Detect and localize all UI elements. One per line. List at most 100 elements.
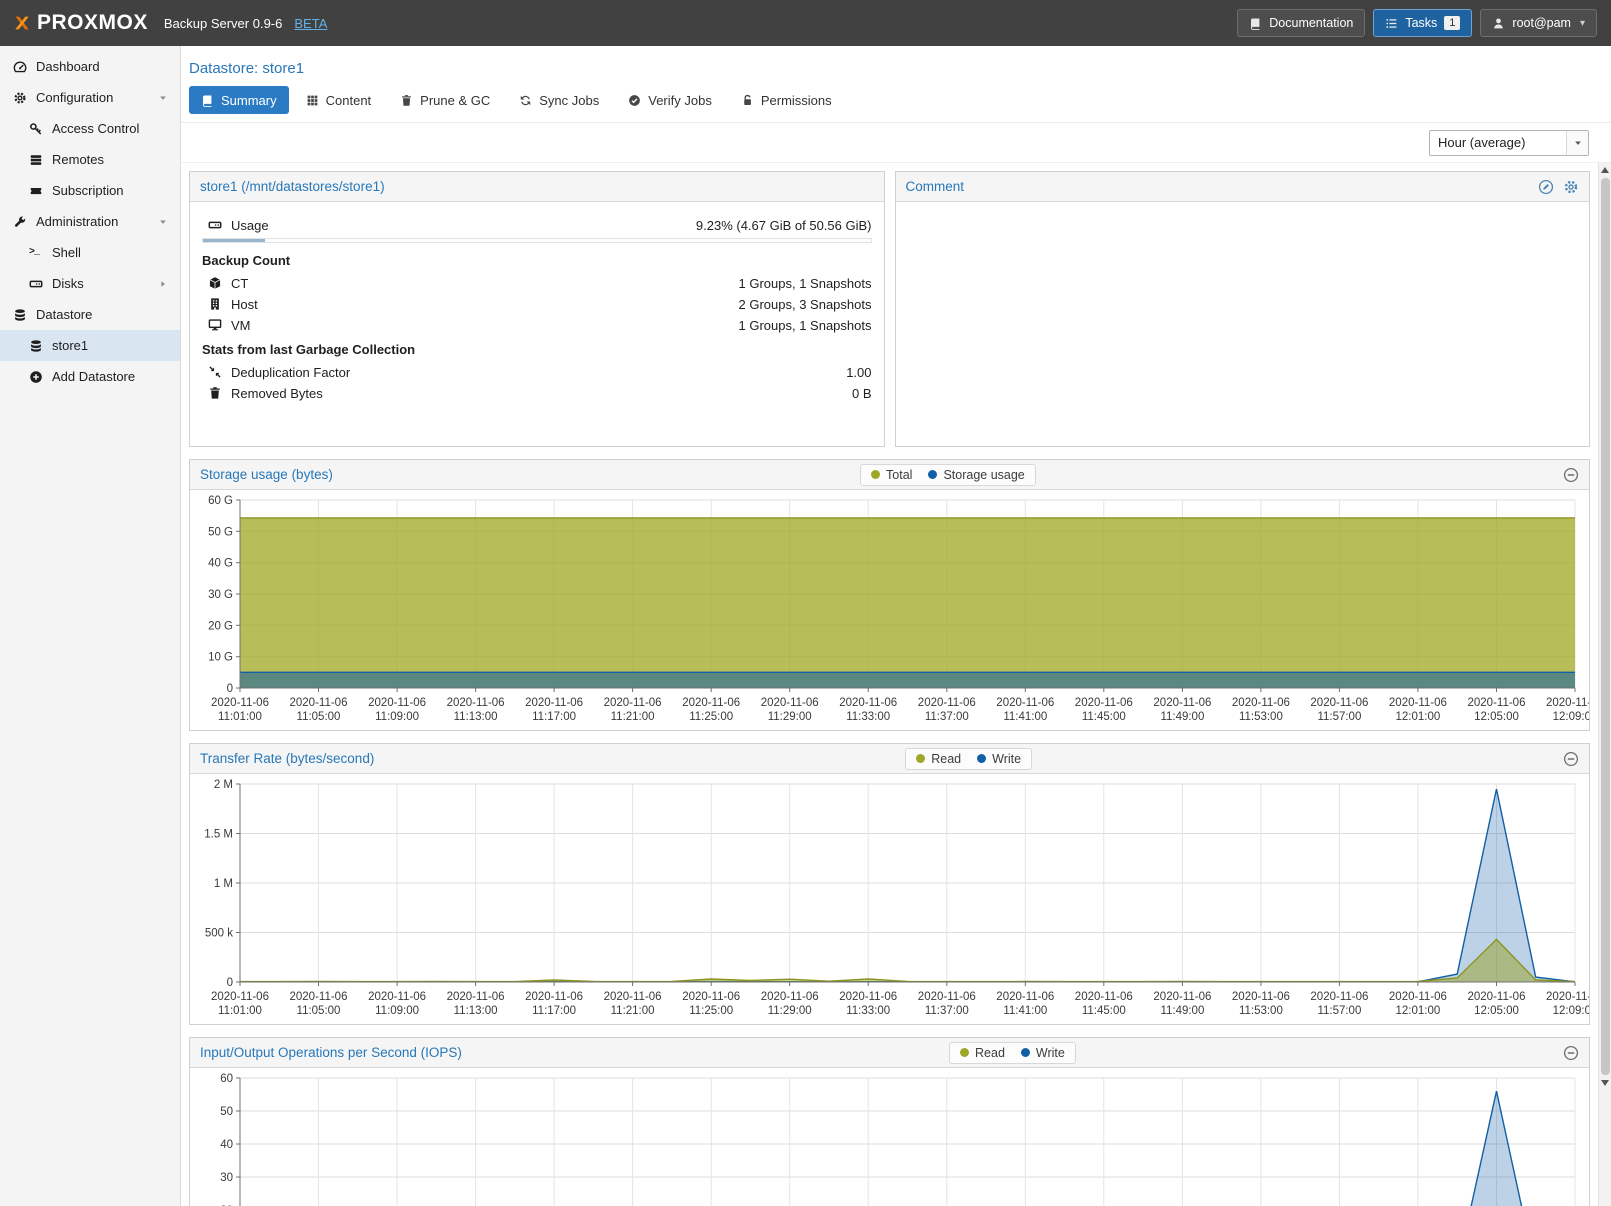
tab-content[interactable]: Content — [294, 86, 384, 114]
legend-dot — [1021, 1048, 1030, 1057]
tab-prune-gc[interactable]: Prune & GC — [388, 86, 502, 114]
legend-read[interactable]: Read — [916, 752, 961, 766]
svg-text:2020-11-06: 2020-11-06 — [1468, 697, 1526, 709]
legend-read[interactable]: Read — [960, 1046, 1005, 1060]
key-icon — [29, 122, 43, 136]
svg-text:11:13:00: 11:13:00 — [454, 1005, 498, 1017]
svg-text:11:25:00: 11:25:00 — [689, 711, 733, 723]
tab-permissions[interactable]: Permissions — [729, 86, 844, 114]
sidebar-item-disks[interactable]: Disks — [0, 268, 180, 299]
svg-text:12:01:00: 12:01:00 — [1396, 1005, 1441, 1017]
comment-content[interactable] — [896, 202, 1590, 214]
svg-text:11:29:00: 11:29:00 — [768, 711, 812, 723]
trash-icon — [400, 94, 413, 107]
sidebar: Dashboard Configuration Access Control R — [0, 46, 181, 1206]
user-icon — [1492, 17, 1505, 30]
sidebar-item-remotes[interactable]: Remotes — [0, 144, 180, 175]
sidebar-item-store1[interactable]: store1 — [0, 330, 180, 361]
sidebar-item-administration[interactable]: Administration — [0, 206, 180, 237]
sidebar-item-label: Dashboard — [36, 59, 100, 74]
sidebar-item-access-control[interactable]: Access Control — [0, 113, 180, 144]
svg-text:11:33:00: 11:33:00 — [846, 1005, 890, 1017]
legend-write[interactable]: Write — [977, 752, 1021, 766]
svg-text:2020-11-06: 2020-11-06 — [368, 991, 426, 1003]
svg-text:12:05:00: 12:05:00 — [1474, 711, 1519, 723]
sidebar-item-subscription[interactable]: Subscription — [0, 175, 180, 206]
user-menu-button[interactable]: root@pam ▾ — [1480, 9, 1597, 37]
legend-dot — [871, 470, 880, 479]
panel-header: Comment — [896, 172, 1590, 202]
compress-icon — [208, 365, 222, 379]
sidebar-item-label: Datastore — [36, 307, 92, 322]
svg-text:11:53:00: 11:53:00 — [1239, 711, 1283, 723]
legend-label: Read — [931, 752, 961, 766]
row-value: 1 Groups, 1 Snapshots — [739, 318, 872, 333]
svg-text:2020-11-06: 2020-11-06 — [1389, 991, 1447, 1003]
tab-sync-jobs[interactable]: Sync Jobs — [507, 86, 611, 114]
svg-text:10 G: 10 G — [208, 652, 233, 664]
scroll-down-button[interactable] — [1599, 1076, 1611, 1090]
chevron-down-icon[interactable] — [1566, 131, 1588, 155]
sidebar-item-add-datastore[interactable]: Add Datastore — [0, 361, 180, 392]
product-version: Backup Server 0.9-6 — [164, 16, 283, 31]
triangle-down-icon — [1601, 1080, 1609, 1086]
sidebar-item-dashboard[interactable]: Dashboard — [0, 51, 180, 82]
chart-legend: Read Write — [949, 1042, 1076, 1064]
svg-text:2020-11-06: 2020-11-06 — [1232, 697, 1290, 709]
row-label: Deduplication Factor — [231, 365, 350, 380]
svg-text:2020-11-06: 2020-11-06 — [368, 697, 426, 709]
vertical-scrollbar[interactable] — [1598, 163, 1611, 1206]
legend-total[interactable]: Total — [871, 468, 912, 482]
time-range-select[interactable]: Hour (average) — [1429, 130, 1589, 156]
sidebar-item-datastore[interactable]: Datastore — [0, 299, 180, 330]
chevron-down-icon[interactable] — [158, 217, 168, 227]
svg-text:11:21:00: 11:21:00 — [611, 711, 655, 723]
panel-title: Storage usage (bytes) — [200, 467, 333, 482]
panel-title: store1 (/mnt/datastores/store1) — [200, 179, 385, 194]
scrollbar-thumb[interactable] — [1601, 178, 1610, 1075]
summary-scroll-area: store1 (/mnt/datastores/store1) Usage 9.… — [181, 163, 1598, 1206]
svg-text:11:45:00: 11:45:00 — [1082, 1005, 1126, 1017]
svg-text:2020-11-06: 2020-11-06 — [1075, 697, 1133, 709]
row-label: Removed Bytes — [231, 386, 323, 401]
task-list-icon — [1385, 17, 1398, 30]
sidebar-item-configuration[interactable]: Configuration — [0, 82, 180, 113]
backup-count-heading: Backup Count — [202, 253, 872, 268]
wrench-icon — [13, 215, 27, 229]
documentation-button[interactable]: Documentation — [1237, 9, 1365, 37]
collapse-icon[interactable] — [1563, 467, 1579, 483]
legend-storage-usage[interactable]: Storage usage — [928, 468, 1024, 482]
book-icon — [1249, 17, 1262, 30]
collapse-icon[interactable] — [1563, 1045, 1579, 1061]
beta-link[interactable]: BETA — [294, 16, 327, 31]
edit-icon[interactable] — [1538, 179, 1554, 195]
legend-label: Read — [975, 1046, 1005, 1060]
tab-summary[interactable]: Summary — [189, 86, 289, 114]
svg-text:11:05:00: 11:05:00 — [297, 711, 341, 723]
legend-write[interactable]: Write — [1021, 1046, 1065, 1060]
panel-header: Input/Output Operations per Second (IOPS… — [190, 1038, 1589, 1068]
gear-icon[interactable] — [1563, 179, 1579, 195]
gauge-icon — [13, 60, 27, 74]
collapse-icon[interactable] — [1563, 751, 1579, 767]
transfer-rate-panel: Transfer Rate (bytes/second) Read Write — [189, 743, 1590, 1025]
svg-text:11:29:00: 11:29:00 — [768, 1005, 812, 1017]
svg-text:2020-11-06: 2020-11-06 — [1468, 991, 1526, 1003]
tab-verify-jobs[interactable]: Verify Jobs — [616, 86, 724, 114]
row-value: 2 Groups, 3 Snapshots — [739, 297, 872, 312]
time-range-value: Hour (average) — [1430, 135, 1566, 150]
svg-text:11:49:00: 11:49:00 — [1160, 1005, 1204, 1017]
svg-text:2020-11-06: 2020-11-06 — [211, 697, 269, 709]
tasks-button[interactable]: Tasks 1 — [1373, 9, 1472, 37]
host-count-row: Host 2 Groups, 3 Snapshots — [202, 294, 872, 314]
sidebar-item-shell[interactable]: >_ Shell — [0, 237, 180, 268]
triangle-up-icon — [1601, 167, 1609, 173]
chevron-down-icon[interactable] — [158, 93, 168, 103]
datastore-summary-panel: store1 (/mnt/datastores/store1) Usage 9.… — [189, 171, 885, 447]
svg-text:30: 30 — [220, 1172, 233, 1184]
row-value: 0 B — [852, 386, 872, 401]
svg-text:40: 40 — [220, 1139, 233, 1151]
svg-text:2 M: 2 M — [214, 779, 233, 791]
scroll-up-button[interactable] — [1599, 163, 1611, 177]
chevron-right-icon[interactable] — [158, 279, 168, 289]
